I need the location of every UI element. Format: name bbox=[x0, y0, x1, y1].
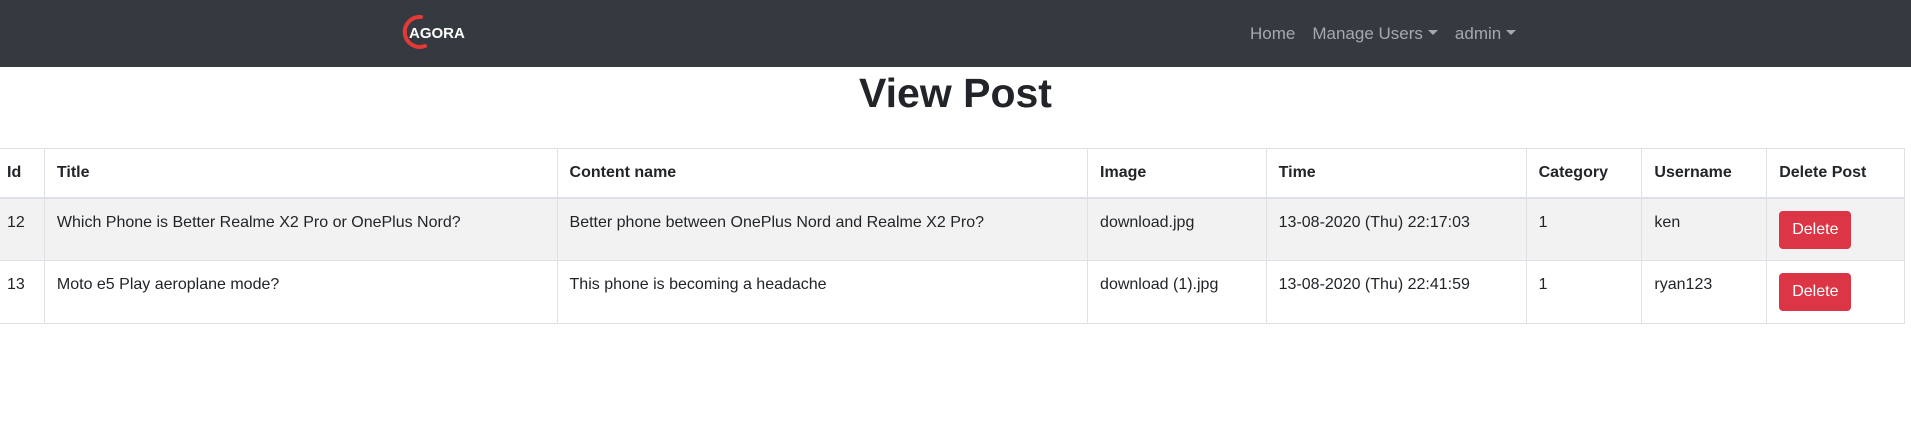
nav-manage-users-dropdown[interactable]: Manage Users bbox=[1312, 24, 1438, 44]
table-row: 12 Which Phone is Better Realme X2 Pro o… bbox=[0, 197, 1905, 261]
column-header-category: Category bbox=[1525, 148, 1643, 199]
nav-admin-label: admin bbox=[1454, 23, 1502, 43]
cell-image: download (1).jpg bbox=[1087, 260, 1267, 324]
page-title: View Post bbox=[859, 70, 1052, 116]
svg-text:AGORA: AGORA bbox=[409, 25, 465, 42]
column-header-title: Title bbox=[43, 148, 558, 199]
cell-time: 13-08-2020 (Thu) 22:17:03 bbox=[1265, 197, 1527, 261]
posts-table: Id Title Content name Image Time Categor… bbox=[0, 148, 1905, 324]
cell-title: Which Phone is Better Realme X2 Pro or O… bbox=[43, 197, 558, 261]
column-header-image: Image bbox=[1087, 148, 1267, 199]
nav-admin-dropdown[interactable]: admin bbox=[1454, 23, 1517, 44]
cell-delete: Delete bbox=[1766, 197, 1905, 261]
column-header-username: Username bbox=[1641, 148, 1768, 199]
brand-logo[interactable]: AGORA bbox=[399, 13, 471, 51]
cell-image: download.jpg bbox=[1087, 197, 1267, 261]
cell-category: 1 bbox=[1525, 260, 1643, 324]
column-header-delete-post: Delete Post bbox=[1766, 148, 1905, 199]
nav-menu: Home Manage Users admin bbox=[1250, 0, 1533, 67]
cell-category: 1 bbox=[1525, 197, 1643, 261]
nav-home-label: Home bbox=[1250, 23, 1296, 43]
delete-post-button[interactable]: Delete bbox=[1779, 273, 1852, 311]
cell-content-name: Better phone between OnePlus Nord and Re… bbox=[556, 197, 1089, 261]
agora-logo-icon: AGORA bbox=[402, 14, 465, 49]
column-header-id: Id bbox=[0, 148, 45, 199]
cell-content-name: This phone is becoming a headache bbox=[556, 260, 1089, 324]
top-navbar: AGORA Home Manage Users admin bbox=[0, 0, 1911, 67]
delete-post-button[interactable]: Delete bbox=[1779, 210, 1852, 249]
table-header-row: Id Title Content name Image Time Categor… bbox=[0, 148, 1905, 199]
caret-down-icon bbox=[1506, 30, 1517, 35]
cell-time: 13-08-2020 (Thu) 22:41:59 bbox=[1265, 260, 1527, 324]
cell-delete: Delete bbox=[1766, 260, 1905, 324]
table-row: 13 Moto e5 Play aeroplane mode? This pho… bbox=[0, 260, 1905, 324]
column-header-content-name: Content name bbox=[556, 148, 1089, 199]
nav-home-link[interactable]: Home bbox=[1250, 24, 1295, 44]
nav-manage-users-label: Manage Users bbox=[1312, 23, 1423, 43]
cell-id: 13 bbox=[0, 260, 45, 324]
cell-id: 12 bbox=[0, 197, 45, 261]
column-header-time: Time bbox=[1265, 148, 1527, 199]
cell-username: ken bbox=[1641, 197, 1768, 261]
cell-title: Moto e5 Play aeroplane mode? bbox=[43, 260, 558, 324]
caret-down-icon bbox=[1427, 30, 1438, 35]
cell-username: ryan123 bbox=[1641, 260, 1768, 324]
